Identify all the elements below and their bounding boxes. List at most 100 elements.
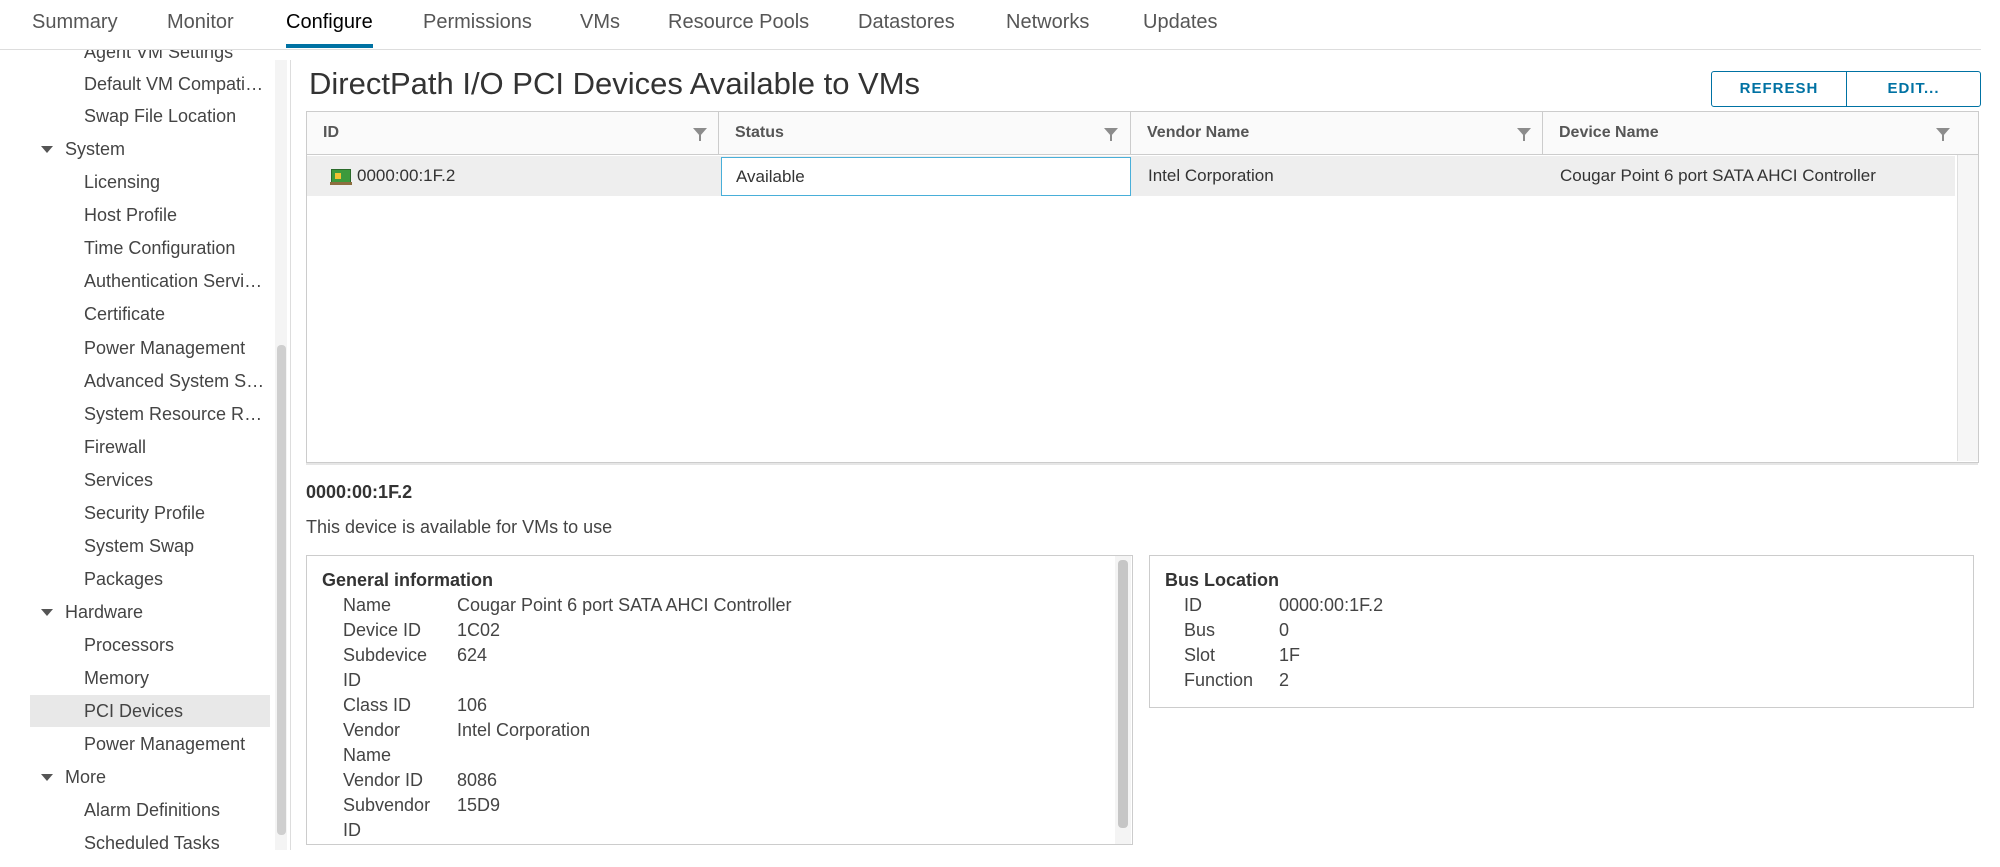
sidebar-item-default-vm-compatibility[interactable]: Default VM Compatibility (30, 68, 270, 100)
sidebar-item-system-resource-reservation[interactable]: System Resource Reservation (30, 398, 270, 430)
field-value: 1F (1279, 645, 1301, 665)
field-key: Subvendor ID (343, 795, 431, 840)
edit-button[interactable]: EDIT... (1847, 72, 1980, 106)
sidebar-item-label: Security Profile (84, 503, 206, 523)
sidebar-item-licensing[interactable]: Licensing (30, 166, 270, 198)
sidebar-item-label: Packages (84, 569, 164, 589)
field-value: 1C02 (457, 620, 501, 640)
caret-down-icon[interactable] (41, 146, 53, 153)
sidebar-item-label: Alarm Definitions (84, 800, 221, 820)
field-key: Name (343, 595, 392, 615)
general-information-panel: General information Name Cougar Point 6 … (306, 555, 1133, 845)
sidebar-item-label: Agent VM Settings (84, 50, 234, 62)
tab-networks[interactable]: Networks (1006, 0, 1089, 47)
sidebar-item-power-management[interactable]: Power Management (30, 332, 270, 364)
grid-resize-splitter[interactable] (306, 463, 1978, 465)
sidebar-section-more[interactable]: More (30, 761, 270, 793)
detail-device-id: 0000:00:1F.2 (306, 482, 413, 502)
configure-sidebar: Agent VM Settings Default VM Compatibili… (30, 50, 270, 852)
cell-vendor-name: Intel Corporation (1148, 166, 1274, 185)
filter-icon[interactable] (1517, 128, 1531, 141)
field-key: Vendor ID (343, 770, 424, 790)
field-value: 0 (1279, 620, 1290, 640)
column-header-vendor-name[interactable]: Vendor Name (1147, 112, 1249, 154)
tab-datastores[interactable]: Datastores (858, 0, 955, 47)
sidebar-item-label: Host Profile (84, 205, 178, 225)
tab-vms[interactable]: VMs (580, 0, 620, 47)
field-value: 2 (1279, 670, 1290, 690)
grid-scrollbar[interactable] (1957, 155, 1978, 461)
detail-description: This device is available for VMs to use (306, 517, 613, 537)
action-button-group: REFRESH EDIT... (1711, 71, 1981, 107)
sidebar-section-hardware[interactable]: Hardware (30, 596, 270, 628)
filter-icon[interactable] (693, 128, 707, 141)
sidebar-item-label: Default VM Compatibility (84, 74, 270, 94)
table-row[interactable]: 0000:00:1F.2 Available Intel Corporation… (307, 156, 1955, 196)
field-value: 106 (457, 695, 488, 715)
field-key: Function (1184, 670, 1254, 690)
cell-status[interactable]: Available (721, 157, 1131, 196)
field-value: 0000:00:1F.2 (1279, 595, 1384, 615)
refresh-button[interactable]: REFRESH (1712, 72, 1847, 106)
sidebar-item-authentication-services[interactable]: Authentication Services (30, 265, 270, 297)
sidebar-section-system[interactable]: System (30, 133, 270, 165)
sidebar-scrollbar-thumb[interactable] (277, 345, 286, 835)
sidebar-item-firewall[interactable]: Firewall (30, 431, 270, 463)
sidebar-item-power-management-hw[interactable]: Power Management (30, 728, 270, 760)
sidebar-item-host-profile[interactable]: Host Profile (30, 199, 270, 231)
sidebar-item-label: Advanced System Settings (84, 371, 270, 391)
field-value: 8086 (457, 770, 498, 790)
tab-summary[interactable]: Summary (32, 0, 118, 47)
sidebar-divider (290, 60, 291, 850)
tab-permissions[interactable]: Permissions (423, 0, 532, 47)
filter-icon[interactable] (1104, 128, 1118, 141)
tab-configure[interactable]: Configure (286, 0, 373, 48)
field-key: Slot (1184, 645, 1216, 665)
sidebar-item-security-profile[interactable]: Security Profile (30, 497, 270, 529)
sidebar-item-services[interactable]: Services (30, 464, 270, 496)
sidebar-item-advanced-system-settings[interactable]: Advanced System Settings (30, 365, 270, 397)
sidebar-item-alarm-definitions[interactable]: Alarm Definitions (30, 794, 270, 826)
column-header-device-name[interactable]: Device Name (1559, 112, 1659, 154)
sidebar-item-agent-vm-settings[interactable]: Agent VM Settings (30, 50, 270, 68)
field-value: Intel Corporation (457, 720, 591, 740)
field-key: Bus (1184, 620, 1216, 640)
column-header-status[interactable]: Status (735, 112, 784, 154)
sidebar-item-label: Power Management (84, 734, 246, 754)
sidebar-item-label: Processors (84, 635, 175, 655)
pci-card-icon (330, 169, 352, 185)
sidebar-item-pci-devices[interactable]: PCI Devices (30, 695, 270, 727)
top-tab-bar: Summary Monitor Configure Permissions VM… (0, 0, 1981, 50)
panel-title: General information (322, 570, 494, 590)
cell-id: 0000:00:1F.2 (357, 166, 456, 185)
cell-device-name: Cougar Point 6 port SATA AHCI Controller (1560, 166, 1876, 185)
sidebar-item-packages[interactable]: Packages (30, 563, 270, 595)
sidebar-item-swap-file-location[interactable]: Swap File Location (30, 100, 270, 132)
tab-resource-pools[interactable]: Resource Pools (668, 0, 809, 47)
panel-scrollbar-thumb[interactable] (1118, 560, 1128, 828)
filter-icon[interactable] (1936, 128, 1950, 141)
column-resize-handle[interactable] (1542, 112, 1543, 154)
sidebar-item-scheduled-tasks[interactable]: Scheduled Tasks (30, 827, 270, 852)
column-resize-handle[interactable] (1130, 112, 1131, 154)
caret-down-icon[interactable] (41, 609, 53, 616)
caret-down-icon[interactable] (41, 774, 53, 781)
column-header-id[interactable]: ID (323, 112, 339, 154)
tab-monitor[interactable]: Monitor (167, 0, 234, 47)
tab-updates[interactable]: Updates (1143, 0, 1218, 47)
sidebar-item-certificate[interactable]: Certificate (30, 298, 270, 330)
sidebar-item-label: Firewall (84, 437, 147, 457)
field-value: 15D9 (457, 795, 501, 815)
sidebar-item-system-swap[interactable]: System Swap (30, 530, 270, 562)
bus-location-panel: Bus Location ID 0000:00:1F.2 Bus 0 Slot … (1149, 555, 1974, 708)
sidebar-item-processors[interactable]: Processors (30, 629, 270, 661)
sidebar-section-label: More (65, 767, 107, 787)
sidebar-item-memory[interactable]: Memory (30, 662, 270, 694)
column-resize-handle[interactable] (718, 112, 719, 154)
sidebar-item-time-configuration[interactable]: Time Configuration (30, 232, 270, 264)
sidebar-item-label: Memory (84, 668, 150, 688)
sidebar-section-label: System (65, 139, 126, 159)
field-key: Class ID (343, 695, 412, 715)
sidebar-item-label: Licensing (84, 172, 161, 192)
sidebar-item-label: PCI Devices (84, 701, 184, 721)
